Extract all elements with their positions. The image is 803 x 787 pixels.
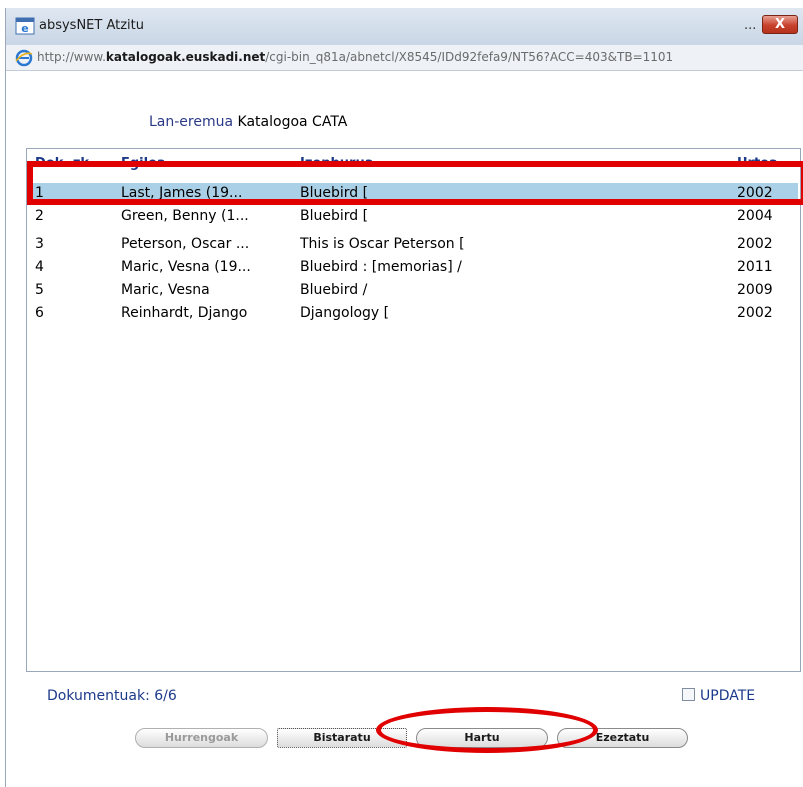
table-row[interactable]: 5 Maric, Vesna Bluebird / 2009	[29, 280, 798, 301]
cell-author: Green, Benny (1...	[121, 208, 249, 224]
workspace-title: Lan-eremua Katalogoa CATA	[149, 114, 347, 130]
cell-author: Maric, Vesna (19...	[121, 259, 251, 275]
cell-author: Maric, Vesna	[121, 282, 210, 298]
cell-author: Reinhardt, Django	[121, 305, 248, 321]
cell-year: 2009	[737, 282, 773, 298]
cell-year: 2002	[737, 305, 773, 321]
cell-year: 2011	[737, 259, 773, 275]
cell-author: Peterson, Oscar ...	[121, 236, 250, 252]
column-header-year[interactable]: Urtea	[737, 156, 778, 171]
cancel-button[interactable]: Ezeztatu	[557, 728, 688, 748]
title-bar: e absysNET Atzitu ... X	[6, 8, 803, 46]
table-row[interactable]: 1 Last, James (19... Bluebird [ 2002	[29, 183, 798, 204]
table-row[interactable]: 2 Green, Benny (1... Bluebird [ 2004	[29, 206, 798, 227]
column-header-num[interactable]: Dok. zk.	[35, 156, 94, 171]
table-row[interactable]: 6 Reinhardt, Django Djangology [ 2002	[29, 303, 798, 324]
workspace-label: Lan-eremua	[149, 114, 234, 130]
show-button[interactable]: Bistaratu	[277, 728, 407, 748]
next-button[interactable]: Hurrengoak	[135, 728, 268, 748]
window-title: absysNET Atzitu	[39, 18, 145, 33]
url-text: http://www.katalogoak.euskadi.net/cgi-bi…	[37, 50, 674, 64]
cell-title: Djangology [	[300, 305, 390, 321]
top-strip	[0, 0, 803, 8]
ie-icon	[15, 49, 33, 67]
title-overflow: ...	[744, 18, 757, 33]
cell-title: Bluebird [	[300, 208, 369, 224]
table-row[interactable]: 3 Peterson, Oscar ... This is Oscar Pete…	[29, 234, 798, 255]
cell-num: 3	[35, 236, 44, 252]
cell-num: 2	[35, 208, 44, 224]
address-bar: http://www.katalogoak.euskadi.net/cgi-bi…	[6, 45, 803, 71]
document-count: Dokumentuak: 6/6	[47, 688, 177, 704]
table-row[interactable]: 4 Maric, Vesna (19... Bluebird : [memori…	[29, 257, 798, 278]
column-header-author[interactable]: Egilea	[121, 156, 166, 171]
cell-title: This is Oscar Peterson [	[300, 236, 465, 252]
update-checkbox[interactable]	[682, 688, 695, 701]
dialog-window: e absysNET Atzitu ... X http://www.katal…	[5, 8, 803, 787]
cell-title: Bluebird : [memorias] /	[300, 259, 462, 275]
app-window-icon: e	[15, 17, 35, 35]
update-label: UPDATE	[700, 688, 756, 704]
cell-year: 2002	[737, 185, 773, 201]
catalog-name: Katalogoa CATA	[237, 114, 348, 130]
svg-text:e: e	[21, 22, 28, 35]
cell-title: Bluebird /	[300, 282, 368, 298]
update-toggle[interactable]: UPDATE	[682, 688, 755, 704]
results-list[interactable]: Dok. zk. Egilea Izenburua Urtea 1 Last, …	[26, 148, 801, 672]
take-button[interactable]: Hartu	[416, 728, 548, 748]
close-button[interactable]: X	[762, 15, 798, 34]
cell-num: 5	[35, 282, 44, 298]
cell-author: Last, James (19...	[121, 185, 243, 201]
cell-title: Bluebird [	[300, 185, 369, 201]
list-header: Dok. zk. Egilea Izenburua Urtea	[27, 149, 800, 175]
cell-num: 4	[35, 259, 44, 275]
cell-num: 6	[35, 305, 44, 321]
cell-year: 2002	[737, 236, 773, 252]
cell-year: 2004	[737, 208, 773, 224]
column-header-title[interactable]: Izenburua	[300, 156, 373, 171]
cell-num: 1	[35, 185, 44, 201]
